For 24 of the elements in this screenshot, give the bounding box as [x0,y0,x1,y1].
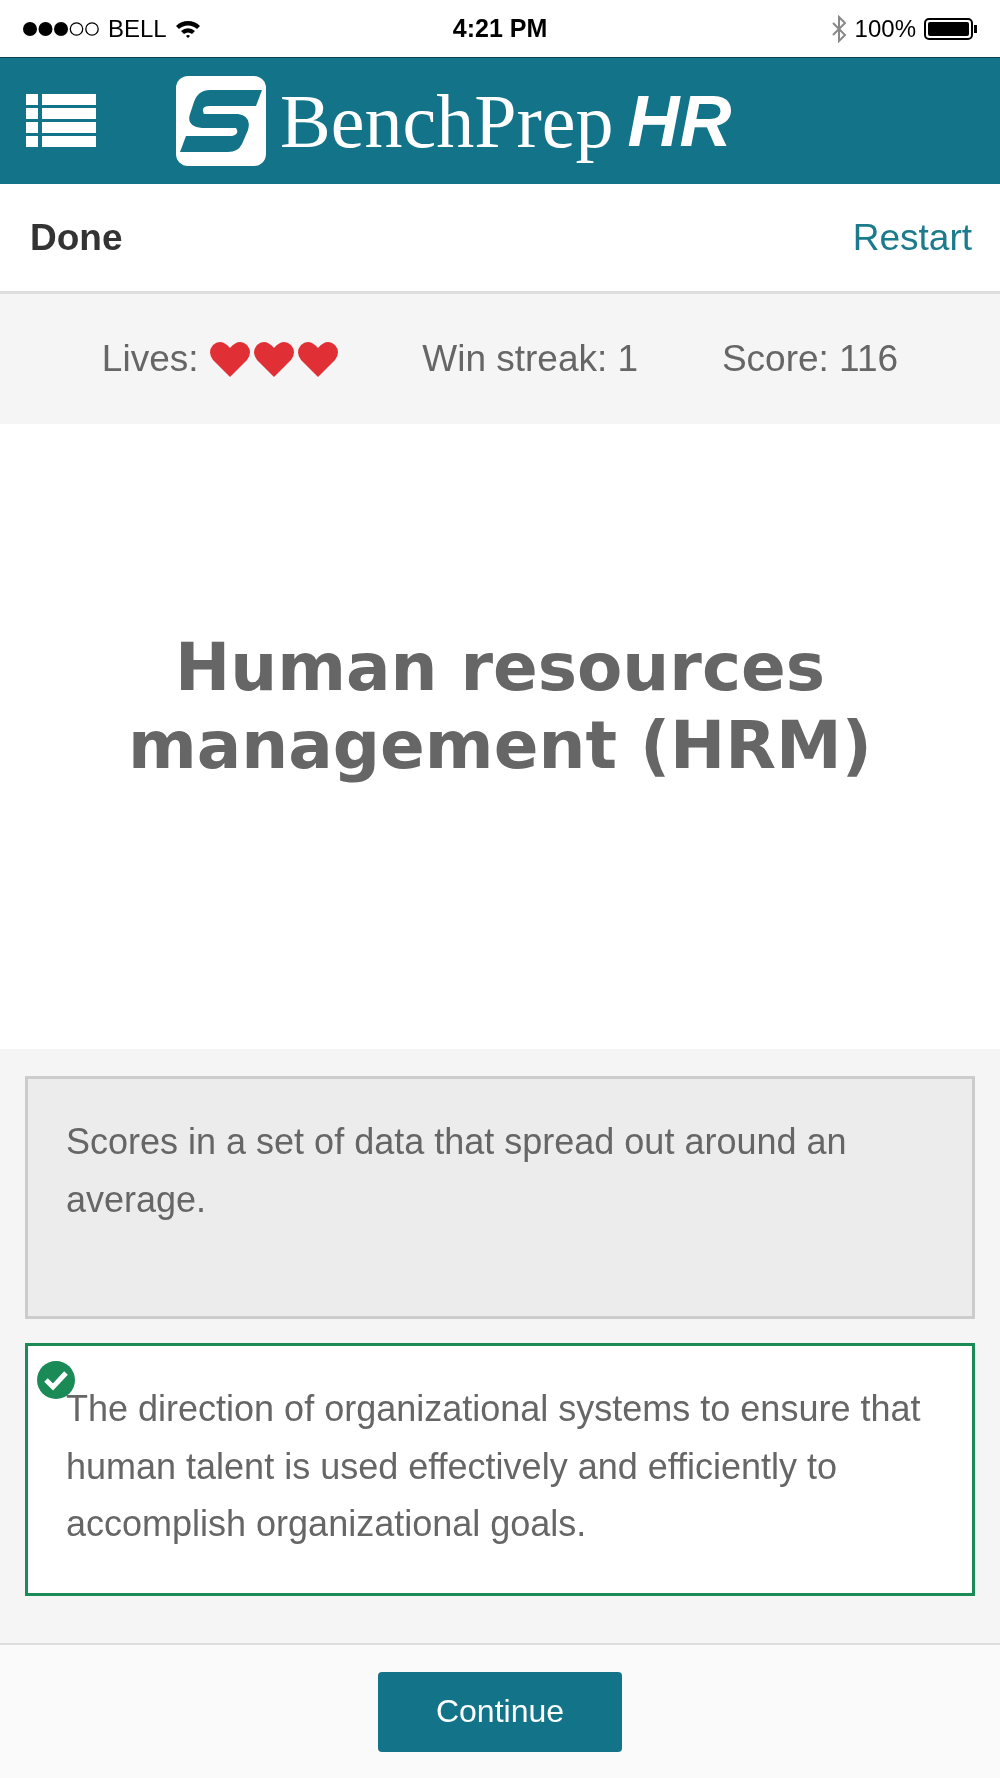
heart-icon [208,340,251,378]
bluetooth-icon [830,14,847,43]
answer-card[interactable]: The direction of organizational systems to ensure that human talent is used effectively and efficiently to accomplish organizational goals. [25,1343,975,1596]
done-button[interactable]: Done [30,216,123,259]
brand-suffix: HR [627,85,732,157]
score: Score: 116 [721,338,899,380]
answer-card[interactable]: Scores in a set of data that spread out around an average. [25,1076,975,1319]
heart-icon [296,340,339,378]
menu-icon[interactable] [26,93,98,149]
carrier-name: BELL [108,14,167,43]
battery-percent: 100% [854,14,916,43]
question-title: Human resources management (HRM) [127,628,873,785]
lives-label: Lives: [101,338,199,380]
answer-text: The direction of organizational systems to ensure that human talent is used effectively and efficiently to accomplish organizational goals. [66,1388,921,1545]
signal-icon [22,20,100,37]
clock-time: 4:21 PM [452,14,548,43]
logo-icon [176,76,266,166]
restart-button[interactable]: Restart [852,216,972,259]
heart-icon [252,340,295,378]
wifi-icon [174,18,201,39]
battery-icon [924,16,978,41]
continue-button[interactable]: Continue [378,1671,622,1752]
win-streak: Win streak: 1 [422,338,639,380]
answer-text: Scores in a set of data that spread out around an average. [66,1121,847,1220]
